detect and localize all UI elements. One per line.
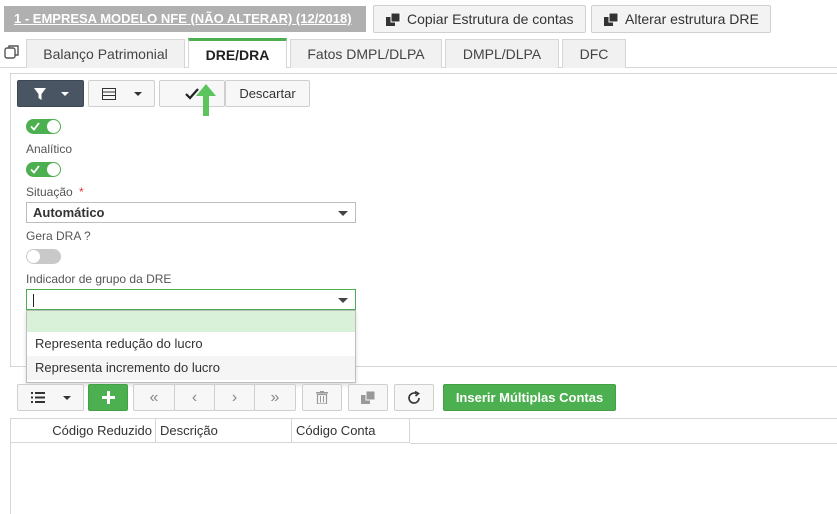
analitico-label: Analítico — [26, 142, 73, 156]
list-icon — [30, 392, 45, 403]
plus-icon — [101, 391, 115, 404]
dropdown-option-reducao[interactable]: Representa redução do lucro — [27, 332, 355, 356]
chevron-down-icon — [338, 298, 348, 303]
first-page-button[interactable]: « — [133, 384, 175, 411]
situacao-label: Situação * — [26, 185, 84, 199]
green-arrow-icon — [196, 84, 216, 116]
tab-balanco[interactable]: Balanço Patrimonial — [26, 39, 185, 68]
chevron-down-icon — [338, 211, 348, 216]
checkmark-icon — [30, 122, 40, 131]
situacao-value: Automático — [33, 205, 105, 220]
toggle-knob — [47, 120, 60, 133]
chevron-down-icon — [133, 91, 142, 96]
toggle-first[interactable] — [26, 119, 61, 134]
dropdown-option-incremento[interactable]: Representa incremento do lucro — [27, 356, 355, 380]
next-page-button[interactable]: › — [214, 384, 255, 411]
tab-fatos-dmpl[interactable]: Fatos DMPL/DLPA — [290, 39, 442, 68]
company-selector[interactable]: 1 - EMPRESA MODELO NFE (NÃO ALTERAR) (12… — [4, 6, 366, 32]
chevron-down-icon — [62, 395, 71, 400]
required-mark: * — [79, 185, 84, 199]
copy-structure-label: Copiar Estrutura de contas — [407, 11, 574, 27]
windows-icon[interactable] — [4, 44, 20, 60]
table-icon — [101, 87, 116, 100]
toggle-knob — [27, 250, 40, 263]
column-codigo-reduzido[interactable]: Código Reduzido — [11, 419, 156, 443]
list-view-button[interactable] — [17, 384, 84, 411]
change-dre-label: Alterar estrutura DRE — [625, 11, 759, 27]
copy-structure-button[interactable]: Copiar Estrutura de contas — [373, 5, 586, 33]
gera-dra-label: Gera DRA ? — [26, 229, 91, 243]
indicador-select[interactable] — [26, 289, 356, 310]
chevron-down-icon — [60, 91, 69, 96]
header-divider — [410, 443, 837, 444]
analitico-toggle[interactable] — [26, 162, 61, 177]
refresh-button[interactable] — [394, 384, 434, 411]
text-cursor — [33, 294, 34, 308]
delete-button[interactable] — [302, 384, 342, 411]
situacao-select[interactable]: Automático — [26, 202, 356, 223]
filter-icon — [33, 87, 46, 100]
insert-multiple-button[interactable]: Inserir Múltiplas Contas — [443, 384, 616, 411]
situacao-label-text: Situação — [26, 185, 73, 199]
filter-button[interactable] — [17, 80, 84, 107]
add-button[interactable] — [88, 384, 128, 411]
refresh-icon — [408, 390, 420, 404]
dropdown-option-empty[interactable] — [27, 311, 355, 332]
copy-icon — [386, 12, 401, 26]
tab-dfc[interactable]: DFC — [562, 39, 626, 68]
double-chevron-right-icon: » — [270, 388, 280, 406]
last-page-button[interactable]: » — [254, 384, 296, 411]
discard-button[interactable]: Descartar — [225, 80, 310, 107]
chevron-right-icon: › — [231, 388, 238, 406]
prev-page-button[interactable]: ‹ — [174, 384, 215, 411]
gera-dra-toggle[interactable] — [26, 249, 61, 264]
trash-icon — [316, 391, 328, 404]
table-view-button[interactable] — [88, 80, 155, 107]
indicador-dropdown: Representa redução do lucro Representa i… — [26, 310, 356, 383]
copy-icon — [360, 391, 375, 404]
copy-row-button[interactable] — [348, 384, 388, 411]
copy-icon — [604, 12, 619, 26]
tab-dmpl[interactable]: DMPL/DLPA — [445, 39, 559, 68]
indicador-label: Indicador de grupo da DRE — [26, 272, 172, 286]
toggle-knob — [47, 163, 60, 176]
checkmark-icon — [30, 165, 40, 174]
double-chevron-left-icon: « — [149, 388, 159, 406]
change-dre-button[interactable]: Alterar estrutura DRE — [591, 5, 771, 33]
column-descricao[interactable]: Descrição — [156, 419, 292, 443]
chevron-left-icon: ‹ — [191, 388, 198, 406]
tab-dre-dra[interactable]: DRE/DRA — [188, 38, 287, 68]
column-codigo-conta[interactable]: Código Conta — [292, 419, 410, 443]
